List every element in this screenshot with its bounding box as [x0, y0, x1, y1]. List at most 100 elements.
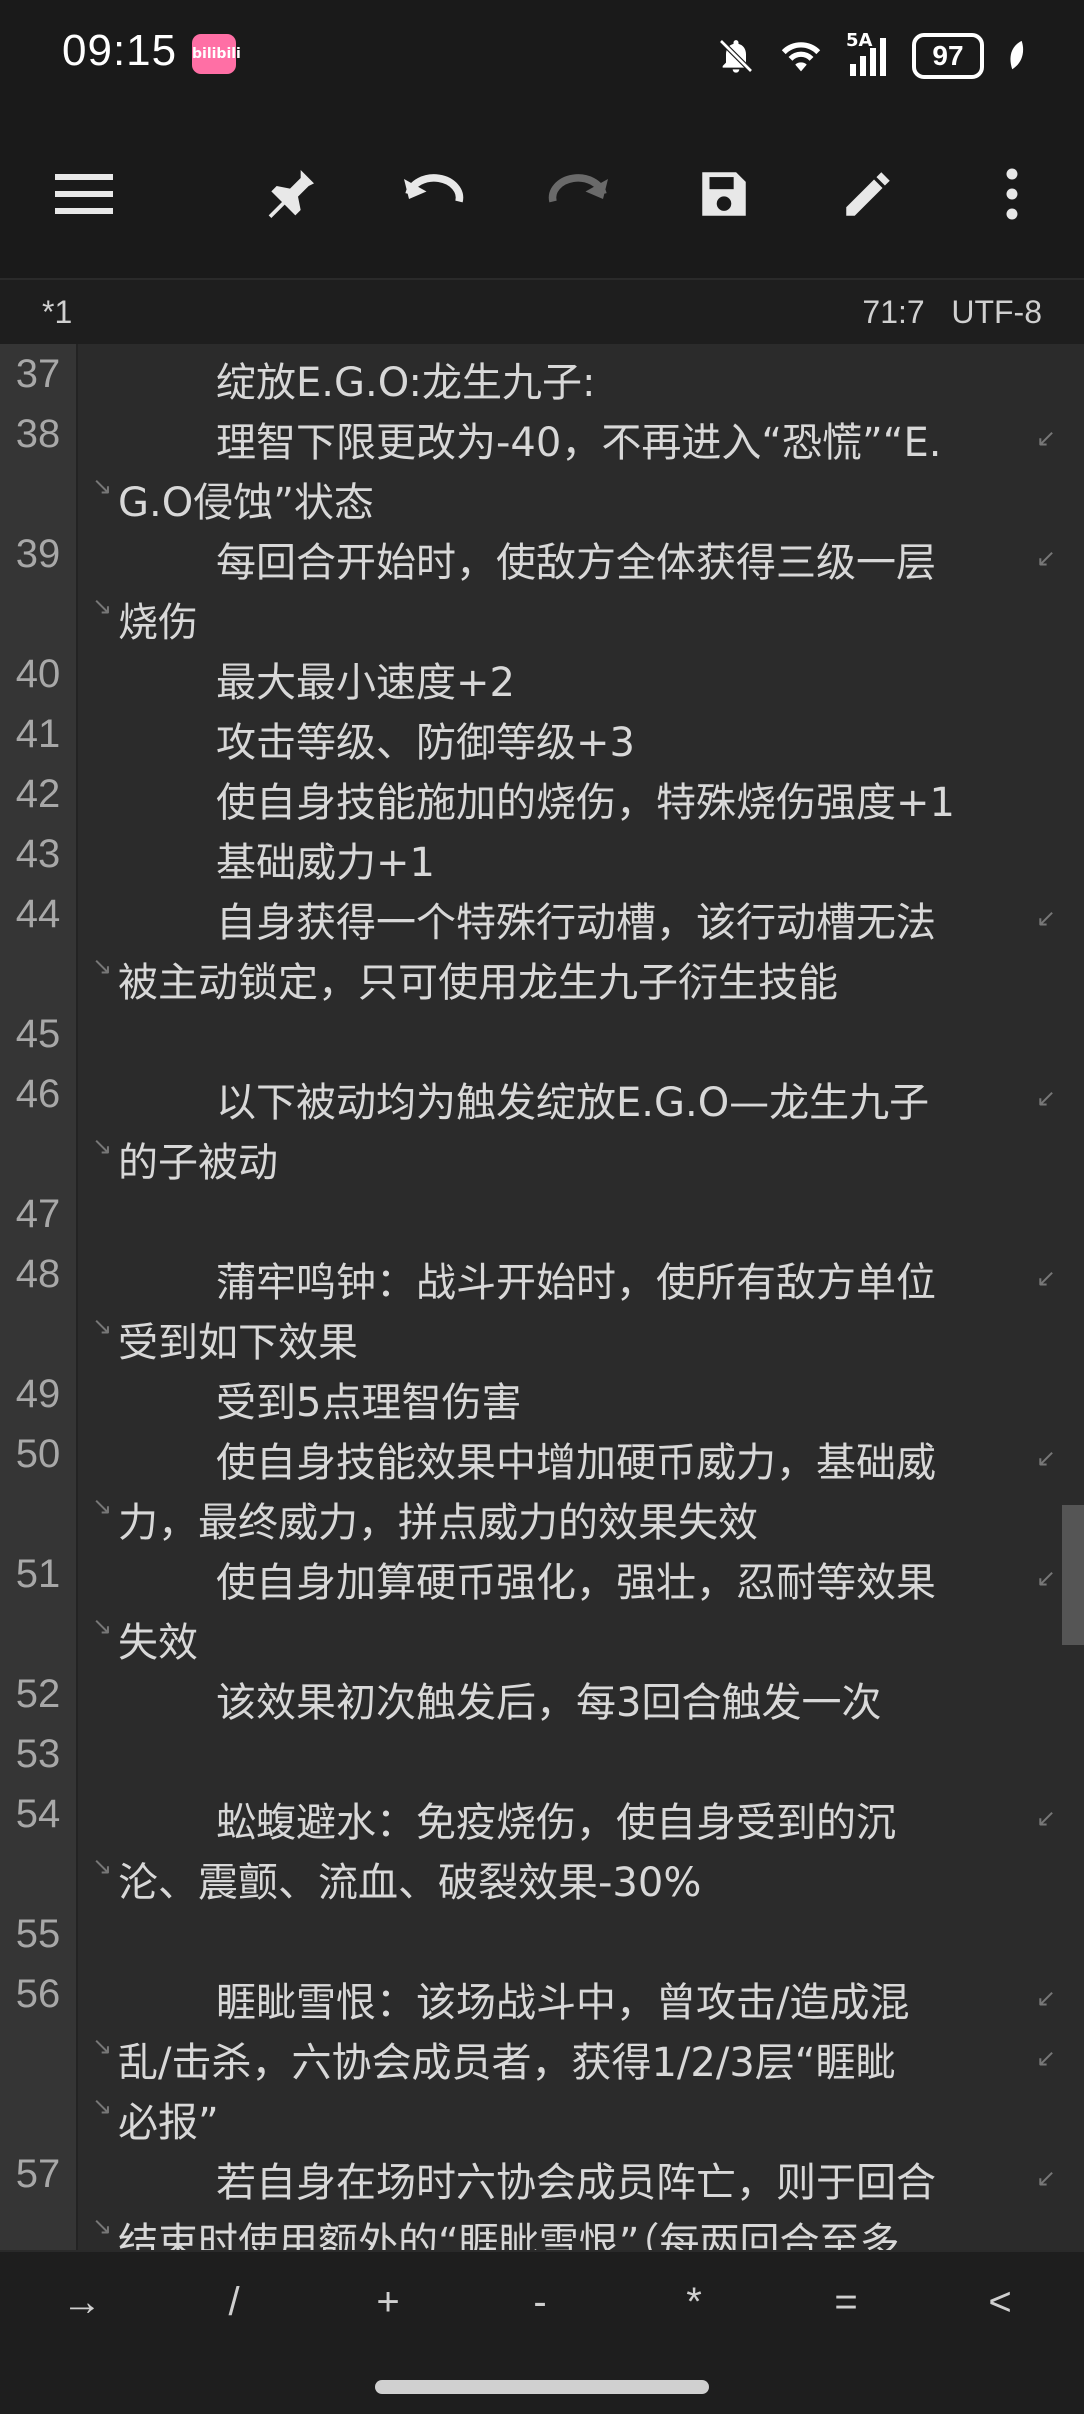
line-text: 以下被动均为触发绽放E.G.O—龙生九子 — [216, 1080, 930, 1126]
line-number: 43 — [15, 832, 61, 876]
editor-toolbar — [0, 110, 1084, 278]
line-text: 使自身技能施加的烧伤，特殊烧伤强度+1 — [216, 780, 955, 826]
bilibili-app-icon: bilibili — [192, 34, 241, 74]
wrap-indicator-icon: ↙ — [1035, 1564, 1056, 1592]
line-text: 被主动锁定，只可使用龙生九子衍生技能 — [118, 960, 838, 1006]
wrap-indicator-icon: ↙ — [1035, 2164, 1056, 2192]
line-text: 自身获得一个特殊行动槽，该行动槽无法 — [216, 900, 936, 946]
battery-indicator: 97 — [912, 33, 984, 79]
wrap-continue-icon: ↘ — [92, 2032, 113, 2060]
mute-bell-icon — [716, 36, 756, 76]
line-text: 理智下限更改为-40，不再进入“恐慌”“E. — [216, 420, 942, 466]
network-type: 5A — [846, 30, 873, 51]
redo-button[interactable] — [528, 110, 628, 278]
key-plus[interactable]: + — [338, 2280, 438, 2325]
wrap-indicator-icon: ↙ — [1035, 1264, 1056, 1292]
cellular-signal-icon: 5A — [846, 30, 890, 76]
line-text: 使自身技能效果中增加硬币威力，基础威 — [216, 1440, 936, 1486]
line-text: 沦、震颤、流血、破裂效果-30% — [118, 1860, 702, 1906]
line-text: 受到5点理智伤害 — [216, 1380, 522, 1426]
edit-icon — [846, 172, 890, 216]
scrollbar-track[interactable] — [1062, 344, 1084, 2250]
line-number: 48 — [15, 1252, 61, 1296]
undo-button[interactable] — [384, 110, 484, 278]
line-number: 45 — [15, 1012, 61, 1056]
undo-icon — [404, 174, 464, 203]
wrap-indicator-icon: ↙ — [1035, 1804, 1056, 1832]
line-text: 每回合开始时，使敌方全体获得三级一层 — [216, 540, 936, 586]
wrap-continue-icon: ↘ — [92, 472, 113, 500]
wrap-continue-icon: ↘ — [92, 592, 113, 620]
line-number: 53 — [15, 1732, 61, 1776]
text-editor[interactable]: 37 绽放E.G.O:龙生九子: 38 理智下限更改为-40，不再进入“恐慌”“E. ↙… — [0, 344, 1084, 2250]
line-number: 38 — [15, 412, 61, 456]
wrap-continue-icon: ↘ — [92, 2212, 113, 2240]
key-minus[interactable]: - — [490, 2280, 590, 2325]
encoding-label[interactable]: UTF-8 — [951, 294, 1042, 330]
line-text: 力，最终威力，拼点威力的效果失效 — [118, 1500, 758, 1546]
line-text: 最大最小速度+2 — [216, 660, 515, 706]
line-text: 基础威力+1 — [216, 840, 435, 886]
line-number: 51 — [15, 1552, 61, 1596]
key-asterisk[interactable]: * — [644, 2280, 744, 2325]
line-number: 55 — [15, 1912, 61, 1956]
line-text: G.O侵蚀”状态 — [118, 480, 374, 526]
leaf-icon — [1006, 39, 1026, 73]
line-text: 该效果初次触发后，每3回合触发一次 — [216, 1680, 882, 1726]
wrap-indicator-icon: ↙ — [1035, 1084, 1056, 1112]
line-number: 46 — [15, 1072, 61, 1116]
line-number: 57 — [15, 2152, 61, 2196]
line-text: 睚眦雪恨：该场战斗中，曾攻击/造成混 — [216, 1980, 910, 2026]
line-number: 44 — [15, 892, 61, 936]
line-number: 41 — [15, 712, 61, 756]
menu-icon — [55, 174, 113, 214]
line-number: 54 — [15, 1792, 61, 1836]
home-indicator[interactable] — [375, 2380, 709, 2394]
file-tab[interactable]: *1 — [42, 294, 72, 331]
cursor-encoding-info: 71:7 UTF-8 — [862, 294, 1042, 331]
line-text: 受到如下效果 — [118, 1320, 358, 1366]
line-text: 烧伤 — [118, 600, 198, 646]
more-options-button[interactable] — [962, 110, 1062, 278]
line-number: 39 — [15, 532, 61, 576]
line-text: 乱/击杀，六协会成员者，获得1/2/3层“睚眦 — [118, 2040, 896, 2086]
more-vert-icon — [1006, 168, 1018, 220]
line-text: 蒲牢鸣钟：战斗开始时，使所有敌方单位 — [216, 1260, 936, 1306]
line-text: 必报” — [118, 2100, 219, 2146]
wrap-continue-icon: ↘ — [92, 1312, 113, 1340]
wrap-indicator-icon: ↙ — [1035, 1444, 1056, 1472]
wrap-indicator-icon: ↙ — [1035, 424, 1056, 452]
wrap-indicator-icon: ↙ — [1035, 544, 1056, 572]
key-equals[interactable]: = — [796, 2280, 896, 2325]
line-number: 49 — [15, 1372, 61, 1416]
wrap-indicator-icon: ↙ — [1035, 904, 1056, 932]
save-button[interactable] — [674, 110, 774, 278]
line-text: 攻击等级、防御等级+3 — [216, 720, 635, 766]
wifi-icon — [778, 36, 824, 76]
line-text: 的子被动 — [118, 1140, 278, 1186]
line-number: 52 — [15, 1672, 61, 1716]
key-slash[interactable]: / — [184, 2280, 284, 2325]
pin-button[interactable] — [240, 110, 340, 278]
scrollbar-thumb[interactable] — [1062, 1505, 1084, 1645]
line-number: 50 — [15, 1432, 61, 1476]
line-text: 失效 — [118, 1620, 198, 1666]
key-less-than[interactable]: < — [950, 2280, 1050, 2325]
clock: 09:15 — [62, 26, 178, 75]
menu-button[interactable] — [34, 110, 134, 278]
status-icons: 5A 97 — [716, 28, 1026, 84]
line-number: 56 — [15, 1972, 61, 2016]
wrap-continue-icon: ↘ — [92, 952, 113, 980]
wrap-indicator-icon: ↙ — [1035, 1984, 1056, 2012]
key-arrow[interactable]: → — [32, 2280, 132, 2325]
cursor-position: 71:7 — [862, 294, 925, 330]
status-bar: 09:15 bilibili 5A 97 — [0, 0, 1084, 110]
wrap-continue-icon: ↘ — [92, 1492, 113, 1520]
line-number: 40 — [15, 652, 61, 696]
line-text: 使自身加算硬币强化，强壮，忍耐等效果 — [216, 1560, 936, 1606]
wrap-continue-icon: ↘ — [92, 2092, 113, 2120]
line-text: 绽放E.G.O:龙生九子: — [216, 360, 596, 406]
line-text: 若自身在场时六协会成员阵亡，则于回合 — [216, 2160, 936, 2206]
wrap-continue-icon: ↘ — [92, 1132, 113, 1160]
edit-button[interactable] — [818, 110, 918, 278]
